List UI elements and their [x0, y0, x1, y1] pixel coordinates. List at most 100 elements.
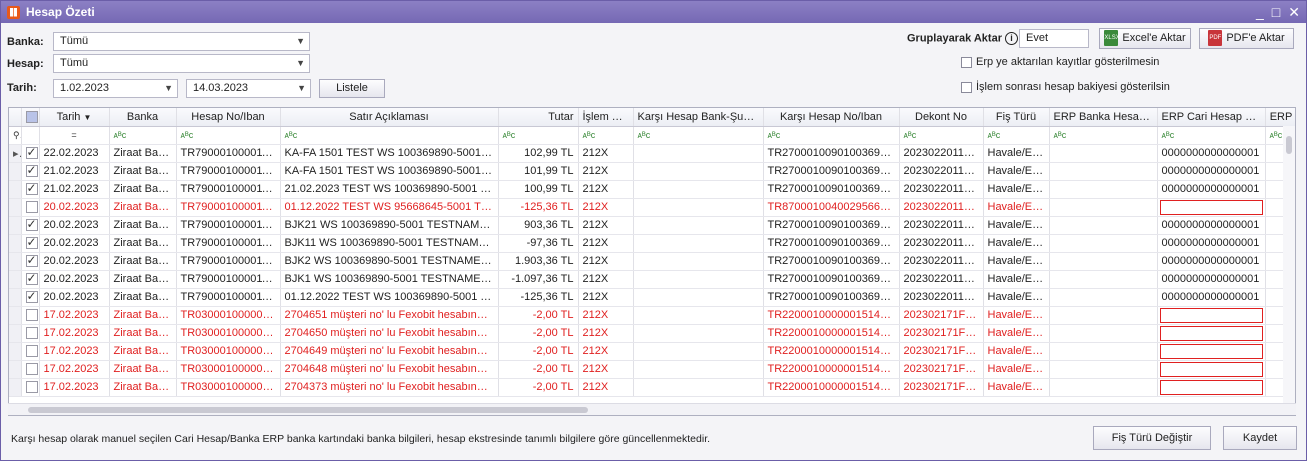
cell-tarih[interactable]: 20.02.2023: [39, 234, 110, 253]
cell-fis-turu[interactable]: Havale/EF...: [983, 234, 1050, 253]
cell-banka[interactable]: Ziraat Bankası: [109, 234, 177, 253]
row-checkbox[interactable]: [21, 360, 40, 379]
column-header-karsi-sube[interactable]: Karşı Hesap Bank-Şube Kodu: [633, 108, 764, 127]
cell-banka[interactable]: Ziraat Bankası: [109, 180, 177, 199]
cell-dekont[interactable]: 202302171F01000: [899, 360, 984, 379]
cell-karsi-sube[interactable]: [633, 270, 764, 289]
table-row[interactable]: 21.02.2023Ziraat BankasıTR79000100001151…: [9, 180, 1295, 199]
cell-banka[interactable]: Ziraat Bankası: [109, 360, 177, 379]
filter-cell[interactable]: ᴀᴮᴄ: [633, 126, 764, 145]
cell-hesap[interactable]: TR790001000011515...: [176, 144, 281, 163]
cell-hesap[interactable]: TR030001000001573...: [176, 306, 281, 325]
row-checkbox[interactable]: [21, 234, 40, 253]
cell-dekont[interactable]: 2023022011F00...: [899, 288, 984, 307]
cell-tutar[interactable]: -2,00 TL: [498, 342, 579, 361]
column-header-erp-banka[interactable]: ERP Banka Hesap Kodu: [1049, 108, 1158, 127]
cell-tarih[interactable]: 17.02.2023: [39, 360, 110, 379]
row-checkbox[interactable]: [21, 270, 40, 289]
cell-karsi-sube[interactable]: [633, 378, 764, 397]
cell-islem-tipi[interactable]: 212X: [578, 306, 634, 325]
cell-karsi-iban[interactable]: TR270001009010036989000...: [763, 252, 900, 271]
table-row[interactable]: 17.02.2023Ziraat BankasıTR03000100000157…: [9, 324, 1295, 343]
cell-dekont[interactable]: 2023022011F00...: [899, 234, 984, 253]
hesap-select[interactable]: Tümü ▼: [53, 54, 310, 73]
cell-karsi-iban[interactable]: TR270001009010036989000...: [763, 234, 900, 253]
column-header-tarih[interactable]: Tarih ▼: [39, 108, 110, 127]
filter-cell[interactable]: ᴀᴮᴄ: [1049, 126, 1158, 145]
row-select-checkbox[interactable]: [25, 363, 38, 376]
cell-karsi-iban[interactable]: TR270001009010036989000...: [763, 216, 900, 235]
cell-erp-cari[interactable]: 0000000000000001: [1157, 216, 1266, 235]
cell-islem-tipi[interactable]: 212X: [578, 360, 634, 379]
column-header-tutar[interactable]: Tutar: [498, 108, 579, 127]
cell-erp-cari[interactable]: 0000000000000001: [1157, 180, 1266, 199]
filter-cell[interactable]: [21, 126, 40, 145]
cell-banka[interactable]: Ziraat Bankası: [109, 378, 177, 397]
cell-islem-tipi[interactable]: 212X: [578, 252, 634, 271]
table-row[interactable]: 20.02.2023Ziraat BankasıTR79000100001151…: [9, 252, 1295, 271]
close-button[interactable]: ✕: [1288, 4, 1300, 21]
cell-tutar[interactable]: -2,00 TL: [498, 360, 579, 379]
column-header-hesap[interactable]: Hesap No/Iban: [176, 108, 281, 127]
cell-tarih[interactable]: 20.02.2023: [39, 216, 110, 235]
cell-fis-turu[interactable]: Havale/EF...: [983, 378, 1050, 397]
cell-tutar[interactable]: -2,00 TL: [498, 378, 579, 397]
cell-tarih[interactable]: 20.02.2023: [39, 198, 110, 217]
cell-erp-banka[interactable]: [1049, 252, 1158, 271]
cell-erp-banka[interactable]: [1049, 198, 1158, 217]
cell-islem-tipi[interactable]: 212X: [578, 198, 634, 217]
filter-cell[interactable]: ᴀᴮᴄ: [1157, 126, 1266, 145]
cell-karsi-sube[interactable]: [633, 216, 764, 235]
cell-hesap[interactable]: TR790001000011515...: [176, 270, 281, 289]
select-all-checkbox[interactable]: [25, 110, 38, 123]
balance-checkbox-row[interactable]: İşlem sonrası hesap bakiyesi gösterilsin: [961, 81, 1170, 93]
cell-banka[interactable]: Ziraat Bankası: [109, 288, 177, 307]
table-row[interactable]: 17.02.2023Ziraat BankasıTR03000100000157…: [9, 342, 1295, 361]
cell-aciklama[interactable]: 01.12.2022 TEST WS 100369890-5001 TESTNA…: [280, 288, 499, 307]
cell-tutar[interactable]: -97,36 TL: [498, 234, 579, 253]
cell-banka[interactable]: Ziraat Bankası: [109, 144, 177, 163]
cell-tarih[interactable]: 21.02.2023: [39, 180, 110, 199]
cell-aciklama[interactable]: 2704648 müşteri no' lu Fexobit hesabında…: [280, 360, 499, 379]
cell-erp-banka[interactable]: [1049, 306, 1158, 325]
table-row[interactable]: 20.02.2023Ziraat BankasıTR79000100001151…: [9, 288, 1295, 307]
cell-karsi-iban[interactable]: TR270001009010036989000...: [763, 162, 900, 181]
cell-hesap[interactable]: TR790001000011515...: [176, 216, 281, 235]
filter-cell[interactable]: ᴀᴮᴄ: [578, 126, 634, 145]
cell-banka[interactable]: Ziraat Bankası: [109, 162, 177, 181]
cell-islem-tipi[interactable]: 212X: [578, 288, 634, 307]
cell-islem-tipi[interactable]: 212X: [578, 180, 634, 199]
cell-islem-tipi[interactable]: 212X: [578, 144, 634, 163]
cell-hesap[interactable]: TR030001000001573...: [176, 360, 281, 379]
cell-erp-cari[interactable]: 0000000000000001: [1157, 252, 1266, 271]
cell-erp-banka[interactable]: [1049, 378, 1158, 397]
cell-fis-turu[interactable]: Havale/EF...: [983, 324, 1050, 343]
cell-karsi-iban[interactable]: TR270001009010036989000...: [763, 288, 900, 307]
row-select-checkbox[interactable]: [25, 309, 38, 322]
column-header-aciklama[interactable]: Satır Açıklaması: [280, 108, 499, 127]
cell-karsi-iban[interactable]: TR270001009010036989000...: [763, 180, 900, 199]
cell-aciklama[interactable]: BJK11 WS 100369890-5001 TESTNAME ZIRAAT …: [280, 234, 499, 253]
cell-aciklama[interactable]: 2704650 müşteri no' lu Fexobit hesabında…: [280, 324, 499, 343]
cell-fis-turu[interactable]: Havale/EF...: [983, 270, 1050, 289]
cell-erp-cari[interactable]: [1157, 324, 1266, 343]
cell-erp-banka[interactable]: [1049, 162, 1158, 181]
cell-dekont[interactable]: 202302171F01002: [899, 324, 984, 343]
cell-fis-turu[interactable]: Havale/EF...: [983, 252, 1050, 271]
cell-hesap[interactable]: TR790001000011515...: [176, 162, 281, 181]
cell-erp-banka[interactable]: [1049, 270, 1158, 289]
cell-aciklama[interactable]: BJK2 WS 100369890-5001 TESTNAME ZIRAAT T…: [280, 252, 499, 271]
filter-cell[interactable]: ᴀᴮᴄ: [498, 126, 579, 145]
cell-aciklama[interactable]: 2704649 müşteri no' lu Fexobit hesabında…: [280, 342, 499, 361]
cell-tarih[interactable]: 20.02.2023: [39, 270, 110, 289]
column-header-fis-turu[interactable]: Fiş Türü: [983, 108, 1050, 127]
column-header-erp-cari[interactable]: ERP Cari Hesap Kodu: [1157, 108, 1266, 127]
cell-erp-banka[interactable]: [1049, 144, 1158, 163]
cell-aciklama[interactable]: BJK21 WS 100369890-5001 TESTNAME ZIRAAT …: [280, 216, 499, 235]
column-header-erp[interactable]: ERP: [1265, 108, 1295, 127]
cell-dekont[interactable]: 2023022011F00...: [899, 270, 984, 289]
erp-filter-checkbox[interactable]: [961, 56, 972, 68]
cell-fis-turu[interactable]: Havale/EF...: [983, 216, 1050, 235]
erp-cari-empty-error[interactable]: [1159, 379, 1263, 395]
cell-hesap[interactable]: TR790001000011515...: [176, 198, 281, 217]
